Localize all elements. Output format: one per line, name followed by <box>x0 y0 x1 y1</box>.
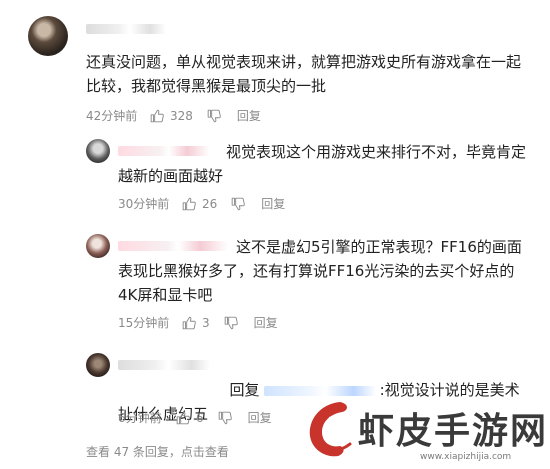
like-button[interactable]: 26 <box>182 196 217 212</box>
reply-label: 回复 <box>229 381 260 399</box>
like-count: 26 <box>202 197 218 211</box>
watermark-url: www.xiapizhijia.com <box>420 452 512 462</box>
username-blurred[interactable] <box>86 24 166 34</box>
shrimp-logo-icon <box>309 402 352 457</box>
comment-meta: 6分钟前 6 回复 <box>118 410 272 426</box>
thumbs-down-icon[interactable] <box>231 197 246 211</box>
like-count: 6 <box>196 411 204 425</box>
thumbs-down-icon[interactable] <box>207 109 221 123</box>
comment-time: 15分钟前 <box>118 316 170 330</box>
thumbs-up-icon <box>182 316 196 330</box>
comment-meta: 42分钟前 328 回复 <box>86 108 261 124</box>
thumbs-down-icon[interactable] <box>224 316 238 330</box>
comment-meta: 15分钟前 3 回复 <box>118 315 278 331</box>
reply-button[interactable]: 回复 <box>254 315 278 331</box>
like-button[interactable]: 6 <box>176 410 204 426</box>
avatar[interactable] <box>86 353 110 377</box>
view-more-replies-link[interactable]: 查看 47 条回复，点击查看 <box>86 443 229 460</box>
watermark: 虾皮手游网 www.xiapizhijia.com <box>300 394 550 469</box>
like-button[interactable]: 3 <box>182 315 210 331</box>
watermark-title: 虾皮手游网 <box>358 411 549 452</box>
avatar[interactable] <box>86 139 110 163</box>
like-count: 328 <box>170 109 193 123</box>
comment-time: 6分钟前 <box>118 411 162 425</box>
avatar[interactable] <box>28 16 68 56</box>
thumbs-down-icon[interactable] <box>218 411 232 425</box>
comment-text: 这不是虚幻5引擎的正常表现？FF16的画面表现比黑猴好多了，还有打算说FF16光… <box>118 238 522 304</box>
comment-time: 42分钟前 <box>86 109 138 123</box>
comment-text: 还真没问题，单从视觉表现来讲，就算把游戏史所有游戏拿在一起比较，我都觉得黑猴是最… <box>86 53 522 95</box>
reply-button[interactable]: 回复 <box>261 196 285 212</box>
thumbs-up-icon <box>182 197 196 211</box>
like-button[interactable]: 328 <box>150 108 193 124</box>
like-count: 3 <box>202 316 210 330</box>
comment-time: 30分钟前 <box>118 197 170 211</box>
thumbs-up-icon <box>150 109 164 123</box>
avatar[interactable] <box>86 234 110 258</box>
reply-button[interactable]: 回复 <box>248 410 272 426</box>
comment-meta: 30分钟前 26 回复 <box>118 196 285 212</box>
reply-button[interactable]: 回复 <box>237 108 261 124</box>
thumbs-up-icon <box>176 411 190 425</box>
comment-text: 视觉表现这个用游戏史来排行不对，毕竟肯定越新的画面越好 <box>118 143 527 185</box>
